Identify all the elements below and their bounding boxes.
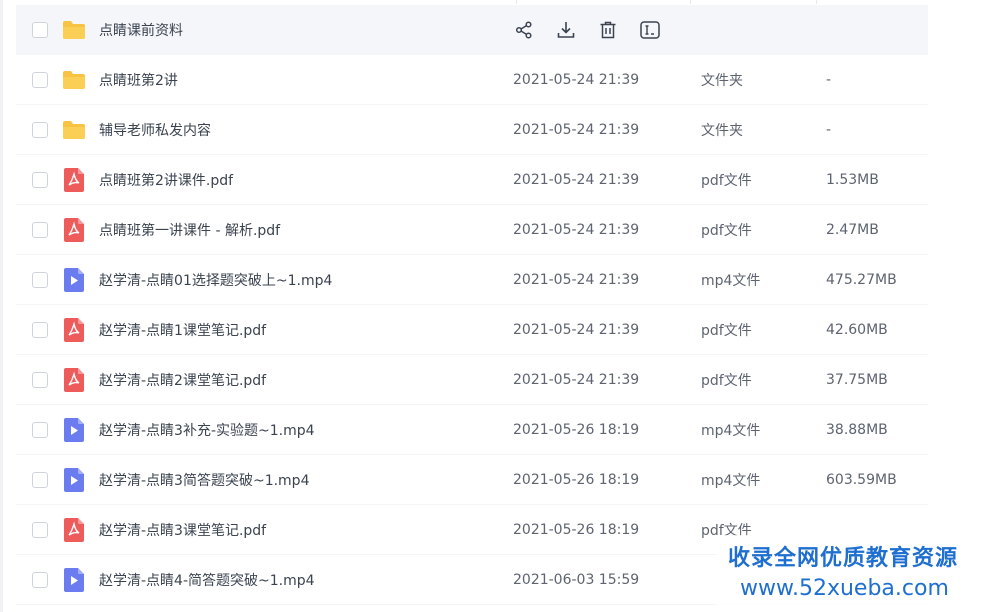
row-checkbox[interactable] (32, 422, 48, 438)
pdf-file-icon (62, 368, 86, 392)
file-list: 点睛课前资料 点睛班第2讲 2021-05-24 21:39 文件夹 - 辅导老师私发内容… (16, 5, 928, 605)
share-icon[interactable] (513, 19, 535, 41)
pdf-file-icon (62, 168, 86, 192)
row-checkbox[interactable] (32, 172, 48, 188)
file-row[interactable]: 点睛班第一讲课件 - 解析.pdf 2021-05-24 21:39 pdf文件 2.… (16, 205, 928, 255)
watermark-line1: 收录全网优质教育资源 (728, 546, 959, 571)
file-size: - (826, 122, 832, 138)
file-date: 2021-06-03 15:59 (513, 572, 640, 588)
file-type: mp4文件 (701, 473, 761, 489)
file-size: 37.75MB (826, 372, 888, 388)
file-name[interactable]: 赵学清-点睛1课堂笔记.pdf (99, 320, 266, 340)
file-type: mp4文件 (701, 273, 761, 289)
file-type: pdf文件 (701, 223, 752, 239)
video-file-icon (62, 418, 86, 442)
file-name[interactable]: 赵学清-点睛2课堂笔记.pdf (99, 370, 266, 390)
file-type: 文件夹 (701, 73, 743, 89)
file-size: 1.53MB (826, 172, 879, 188)
folder-icon (62, 18, 86, 42)
file-name[interactable]: 点睛班第一讲课件 - 解析.pdf (99, 220, 280, 240)
file-row[interactable]: 赵学清-点睛1课堂笔记.pdf 2021-05-24 21:39 pdf文件 42.6… (16, 305, 928, 355)
file-size: 38.88MB (826, 422, 888, 438)
row-checkbox[interactable] (32, 122, 48, 138)
header-divider (500, 0, 990, 4)
file-date: 2021-05-26 18:19 (513, 472, 640, 488)
row-actions (513, 19, 661, 41)
row-checkbox[interactable] (32, 72, 48, 88)
file-date: 2021-05-24 21:39 (513, 122, 640, 138)
file-date: 2021-05-24 21:39 (513, 222, 640, 238)
file-size: 475.27MB (826, 272, 897, 288)
file-name[interactable]: 点睛班第2讲 (99, 70, 178, 90)
file-name[interactable]: 赵学清-点睛3简答题突破~1.mp4 (99, 470, 309, 490)
download-icon[interactable] (555, 19, 577, 41)
file-date: 2021-05-24 21:39 (513, 72, 640, 88)
file-date: 2021-05-26 18:19 (513, 522, 640, 538)
file-row[interactable]: 赵学清-点睛3简答题突破~1.mp4 2021-05-26 18:19 mp4文件 6… (16, 455, 928, 505)
file-row[interactable]: 点睛班第2讲课件.pdf 2021-05-24 21:39 pdf文件 1.53MB (16, 155, 928, 205)
row-checkbox[interactable] (32, 372, 48, 388)
file-row[interactable]: 赵学清-点睛01选择题突破上~1.mp4 2021-05-24 21:39 mp4文… (16, 255, 928, 305)
file-type: pdf文件 (701, 373, 752, 389)
watermark-line2: www.52xueba.com (740, 576, 949, 601)
row-checkbox[interactable] (32, 22, 48, 38)
rename-icon[interactable] (639, 19, 661, 41)
file-name[interactable]: 赵学清-点睛4-简答题突破~1.mp4 (99, 570, 315, 590)
video-file-icon (62, 568, 86, 592)
file-row[interactable]: 赵学清-点睛3补充-实验题~1.mp4 2021-05-26 18:19 mp4文件… (16, 405, 928, 455)
video-file-icon (62, 468, 86, 492)
file-size: 2.47MB (826, 222, 879, 238)
file-name[interactable]: 点睛课前资料 (99, 20, 183, 40)
file-date: 2021-05-24 21:39 (513, 172, 640, 188)
file-row[interactable]: 点睛班第2讲 2021-05-24 21:39 文件夹 - (16, 55, 928, 105)
pdf-file-icon (62, 318, 86, 342)
pdf-file-icon (62, 518, 86, 542)
trash-icon[interactable] (597, 19, 619, 41)
file-date: 2021-05-24 21:39 (513, 322, 640, 338)
file-name[interactable]: 点睛班第2讲课件.pdf (99, 170, 233, 190)
file-type: pdf文件 (701, 323, 752, 339)
file-size: 603.59MB (826, 472, 897, 488)
file-row[interactable]: 点睛课前资料 (16, 5, 928, 55)
video-file-icon (62, 268, 86, 292)
folder-icon (62, 118, 86, 142)
row-checkbox[interactable] (32, 572, 48, 588)
file-row[interactable]: 赵学清-点睛2课堂笔记.pdf 2021-05-24 21:39 pdf文件 37.7… (16, 355, 928, 405)
file-name[interactable]: 辅导老师私发内容 (99, 120, 211, 140)
row-checkbox[interactable] (32, 272, 48, 288)
file-date: 2021-05-26 18:19 (513, 422, 640, 438)
row-checkbox[interactable] (32, 522, 48, 538)
file-name[interactable]: 赵学清-点睛3补充-实验题~1.mp4 (99, 420, 315, 440)
file-type: 文件夹 (701, 123, 743, 139)
row-checkbox[interactable] (32, 322, 48, 338)
left-edge (0, 0, 3, 612)
row-checkbox[interactable] (32, 222, 48, 238)
file-date: 2021-05-24 21:39 (513, 272, 640, 288)
file-name[interactable]: 赵学清-点睛01选择题突破上~1.mp4 (99, 270, 332, 290)
file-size: - (826, 72, 832, 88)
folder-icon (62, 68, 86, 92)
file-date: 2021-05-24 21:39 (513, 372, 640, 388)
file-size: 42.60MB (826, 322, 888, 338)
file-type: mp4文件 (701, 423, 761, 439)
file-row[interactable]: 辅导老师私发内容 2021-05-24 21:39 文件夹 - (16, 105, 928, 155)
file-name[interactable]: 赵学清-点睛3课堂笔记.pdf (99, 520, 266, 540)
file-type: pdf文件 (701, 173, 752, 189)
pdf-file-icon (62, 218, 86, 242)
row-checkbox[interactable] (32, 472, 48, 488)
